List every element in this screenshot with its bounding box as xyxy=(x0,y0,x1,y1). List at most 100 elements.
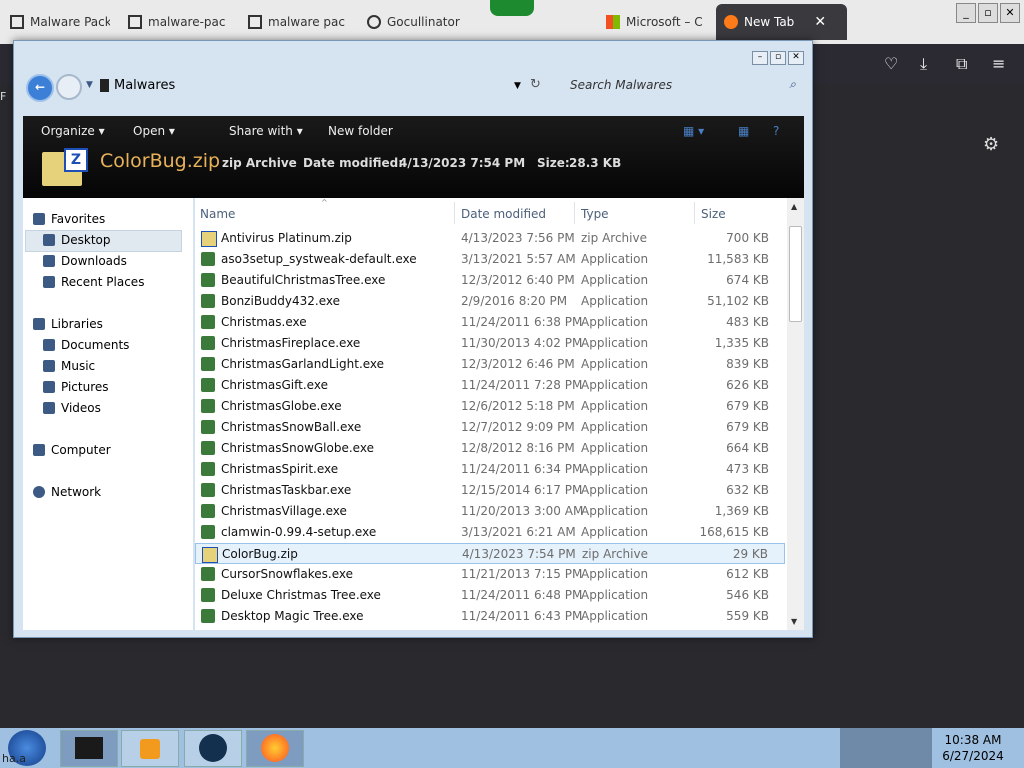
file-row[interactable]: Deluxe Christmas Tree.exe 11/24/2011 6:48… xyxy=(195,585,785,606)
file-row[interactable]: ChristmasGift.exe 11/24/2011 7:28 PM Appli… xyxy=(195,375,785,396)
file-row[interactable]: ChristmasSnowBall.exe 12/7/2012 9:09 PM Ap… xyxy=(195,417,785,438)
gear-icon[interactable]: ⚙ xyxy=(983,134,999,155)
extensions-icon[interactable]: ⧉ xyxy=(956,54,967,74)
file-date: 11/24/2011 6:48 PM xyxy=(461,588,583,602)
file-row[interactable]: ChristmasSnowGlobe.exe 12/8/2012 8:16 PM A… xyxy=(195,438,785,459)
size-label: Size: xyxy=(537,156,570,170)
tab-malware-pack-2[interactable]: malware-pack xyxy=(128,6,226,38)
file-row[interactable]: ChristmasGlobe.exe 12/6/2012 5:18 PM Appli… xyxy=(195,396,785,417)
close-button[interactable]: ✕ xyxy=(788,51,804,65)
tab-microsoft[interactable]: Microsoft – C xyxy=(606,6,704,38)
file-row[interactable]: CursorSnowflakes.exe 11/21/2013 7:15 PM Ap… xyxy=(195,564,785,585)
file-row[interactable]: BonziBuddy432.exe 2/9/2016 8:20 PM Applica… xyxy=(195,291,785,312)
nav-videos[interactable]: Videos xyxy=(43,401,101,415)
taskbar-firefox-button[interactable] xyxy=(246,730,304,767)
forward-button[interactable] xyxy=(56,74,82,100)
file-type: Application xyxy=(581,441,649,455)
nav-documents[interactable]: Documents xyxy=(43,338,129,352)
share-with-menu[interactable]: Share with ▾ xyxy=(229,124,303,138)
nav-recent-places[interactable]: Recent Places xyxy=(43,275,144,289)
clock[interactable]: 10:38 AM 6/27/2024 xyxy=(932,732,1014,764)
navigation-pane: Favorites Desktop Downloads Recent Place… xyxy=(23,198,193,630)
file-row[interactable]: Christmas.exe 11/24/2011 6:38 PM Applicati… xyxy=(195,312,785,333)
preview-pane-icon[interactable]: ▦ xyxy=(738,124,749,138)
new-folder-button[interactable]: New folder xyxy=(328,124,393,138)
tab-malware-pack-1[interactable]: Malware Pack xyxy=(10,6,110,38)
file-type: Application xyxy=(581,252,649,266)
address-dropdown-icon[interactable]: ▼ xyxy=(514,81,521,91)
firefox-icon xyxy=(261,734,289,762)
file-row[interactable]: ChristmasSpirit.exe 11/24/2011 6:34 PM App… xyxy=(195,459,785,480)
close-tab-icon[interactable]: ✕ xyxy=(814,14,826,30)
file-name: ChristmasGarlandLight.exe xyxy=(221,357,385,371)
file-type: zip Archive xyxy=(582,547,648,561)
nav-computer[interactable]: Computer xyxy=(33,443,111,457)
tab-new-tab[interactable]: New Tab ✕ xyxy=(716,4,847,40)
file-name: BonziBuddy432.exe xyxy=(221,294,340,308)
column-header-date-modified[interactable]: Date modified xyxy=(461,207,546,221)
file-row[interactable]: ChristmasVillage.exe 11/20/2013 3:00 AM Ap… xyxy=(195,501,785,522)
help-icon[interactable]: ? xyxy=(773,124,779,138)
nav-desktop[interactable]: Desktop xyxy=(43,233,111,247)
file-row[interactable]: clamwin-0.99.4-setup.exe 3/13/2021 6:21 A… xyxy=(195,522,785,543)
column-separator[interactable] xyxy=(694,202,695,224)
file-date: 11/30/2013 4:02 PM xyxy=(461,336,583,350)
minimize-button[interactable]: – xyxy=(752,51,768,65)
breadcrumb[interactable]: Malwares xyxy=(114,78,175,93)
scrollbar-thumb[interactable] xyxy=(789,226,802,322)
maximize-button[interactable]: ▫ xyxy=(978,3,998,23)
column-separator[interactable] xyxy=(574,202,575,224)
file-row[interactable]: ChristmasFireplace.exe 11/30/2013 4:02 PM… xyxy=(195,333,785,354)
minimize-button[interactable]: _ xyxy=(956,3,976,23)
nav-libraries[interactable]: Libraries xyxy=(33,317,103,331)
file-type: zip Archive xyxy=(581,231,647,245)
sort-ascending-icon: ^ xyxy=(321,198,328,207)
application-icon xyxy=(201,378,215,392)
file-row[interactable]: Antivirus Platinum.zip 4/13/2023 7:56 PM z… xyxy=(195,228,785,249)
file-name: ColorBug.zip xyxy=(222,547,298,561)
column-header-name[interactable]: Name xyxy=(200,207,235,221)
nav-network[interactable]: Network xyxy=(33,485,101,499)
recent-pages-icon[interactable]: ▼ xyxy=(86,80,93,90)
downloads-icon[interactable]: ⤓ xyxy=(920,54,927,74)
videos-icon xyxy=(43,402,55,414)
close-window-button[interactable]: ✕ xyxy=(1000,3,1020,23)
nav-downloads[interactable]: Downloads xyxy=(43,254,127,268)
file-row[interactable]: aso3setup_systweak-default.exe 3/13/2021 … xyxy=(195,249,785,270)
open-menu[interactable]: Open ▾ xyxy=(133,124,175,138)
scroll-down-arrow-icon[interactable]: ▼ xyxy=(791,617,797,626)
taskbar-globe-button[interactable] xyxy=(184,730,242,767)
search-input[interactable]: Search Malwares ⌕ xyxy=(544,73,798,99)
nav-pictures[interactable]: Pictures xyxy=(43,380,109,394)
vertical-scrollbar[interactable]: ▲ ▼ xyxy=(787,198,804,630)
back-button[interactable]: ← xyxy=(26,74,54,102)
file-size: 473 KB xyxy=(726,462,769,476)
taskbar-explorer-button[interactable] xyxy=(60,730,118,767)
nav-favorites[interactable]: Favorites xyxy=(33,212,105,226)
menu-icon[interactable]: ≡ xyxy=(992,54,1005,73)
taskbar-media-player-button[interactable] xyxy=(121,730,179,767)
system-tray[interactable] xyxy=(840,728,932,768)
maximize-button[interactable]: ▫ xyxy=(770,51,786,65)
view-icon[interactable]: ▦ ▾ xyxy=(683,124,704,138)
file-row[interactable]: Desktop Magic Tree.exe 11/24/2011 6:43 PM… xyxy=(195,606,785,627)
file-row[interactable]: BeautifulChristmasTree.exe 12/3/2012 6:40… xyxy=(195,270,785,291)
date-modified-label: Date modified: xyxy=(303,156,403,170)
tab-gocullinator[interactable]: Gocullinator xyxy=(367,6,465,38)
search-icon[interactable]: ⌕ xyxy=(789,77,796,92)
refresh-icon[interactable]: ↻ xyxy=(530,77,541,92)
tab-malware-pack-3[interactable]: malware pack xyxy=(248,6,346,38)
file-row[interactable]: ChristmasTaskbar.exe 12/15/2014 6:17 PM Ap… xyxy=(195,480,785,501)
nav-music[interactable]: Music xyxy=(43,359,95,373)
file-date: 12/8/2012 8:16 PM xyxy=(461,441,575,455)
organize-menu[interactable]: Organize ▾ xyxy=(41,124,105,138)
file-date: 11/24/2011 7:28 PM xyxy=(461,378,583,392)
bottom-left-text: ha.a xyxy=(2,752,26,765)
file-row[interactable]: ChristmasGarlandLight.exe 12/3/2012 6:46 … xyxy=(195,354,785,375)
column-separator[interactable] xyxy=(454,202,455,224)
file-row[interactable]: ColorBug.zip 4/13/2023 7:54 PM zip Archive… xyxy=(195,543,785,564)
pocket-icon[interactable]: ♡ xyxy=(884,54,898,73)
scroll-up-arrow-icon[interactable]: ▲ xyxy=(791,202,797,211)
column-header-type[interactable]: Type xyxy=(581,207,609,221)
column-header-size[interactable]: Size xyxy=(701,207,726,221)
